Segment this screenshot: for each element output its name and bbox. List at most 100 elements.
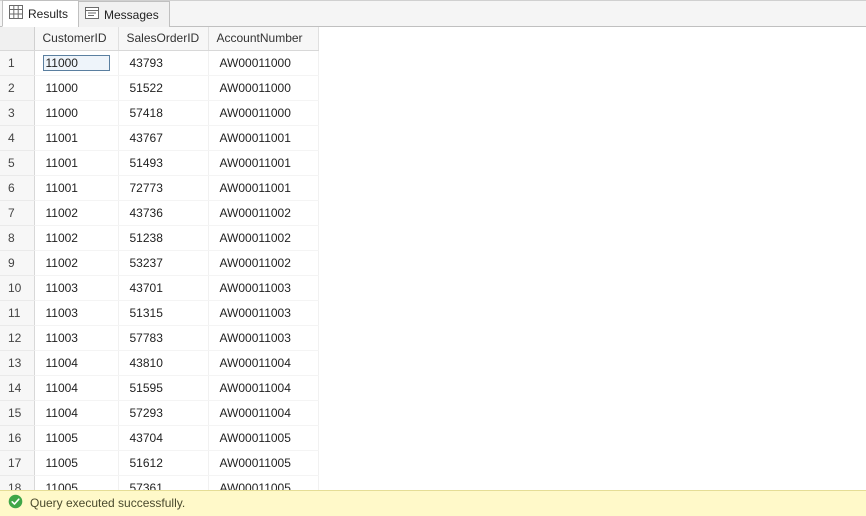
cell-accountnumber[interactable]: AW00011002 — [208, 250, 318, 275]
cell-accountnumber[interactable]: AW00011005 — [208, 425, 318, 450]
rownum-cell[interactable]: 17 — [0, 450, 34, 475]
cell-customerid[interactable]: 11005 — [34, 475, 118, 490]
rownum-cell[interactable]: 3 — [0, 100, 34, 125]
cell-value: 57783 — [127, 330, 200, 346]
col-header-accountnumber[interactable]: AccountNumber — [208, 27, 318, 50]
rownum-header[interactable] — [0, 27, 34, 50]
cell-customerid[interactable]: 11002 — [34, 225, 118, 250]
table-row[interactable]: 61100172773AW00011001 — [0, 175, 318, 200]
table-row[interactable]: 171100551612 AW00011005 — [0, 450, 318, 475]
rownum-cell[interactable]: 13 — [0, 350, 34, 375]
rownum-cell[interactable]: 12 — [0, 325, 34, 350]
cell-customerid[interactable]: 11001 — [34, 125, 118, 150]
cell-customerid[interactable]: 11001 — [34, 150, 118, 175]
cell-salesorderid[interactable]: 51595 — [118, 375, 208, 400]
cell-salesorderid[interactable]: 43767 — [118, 125, 208, 150]
cell-accountnumber[interactable]: AW00011000 — [208, 50, 318, 75]
table-row[interactable]: 131100443810AW00011004 — [0, 350, 318, 375]
cell-accountnumber[interactable]: AW00011000 — [208, 100, 318, 125]
cell-customerid[interactable]: 11005 — [34, 450, 118, 475]
cell-salesorderid[interactable]: 51493 — [118, 150, 208, 175]
rownum-cell[interactable]: 16 — [0, 425, 34, 450]
cell-salesorderid[interactable]: 43701 — [118, 275, 208, 300]
table-row[interactable]: 51100151493AW00011001 — [0, 150, 318, 175]
col-header-salesorderid[interactable]: SalesOrderID — [118, 27, 208, 50]
cell-customerid[interactable]: 11000 — [34, 50, 118, 75]
cell-accountnumber[interactable]: AW00011004 — [208, 375, 318, 400]
cell-accountnumber[interactable]: AW00011001 — [208, 150, 318, 175]
cell-accountnumber[interactable]: AW00011002 — [208, 200, 318, 225]
table-row[interactable]: 141100451595AW00011004 — [0, 375, 318, 400]
cell-accountnumber[interactable]: AW00011003 — [208, 275, 318, 300]
cell-customerid[interactable]: 11003 — [34, 300, 118, 325]
cell-customerid[interactable]: 11004 — [34, 350, 118, 375]
cell-accountnumber[interactable]: AW00011001 — [208, 125, 318, 150]
cell-customerid[interactable]: 11004 — [34, 400, 118, 425]
cell-salesorderid[interactable]: 51315 — [118, 300, 208, 325]
table-row[interactable]: 21100051522 AW00011000 — [0, 75, 318, 100]
cell-salesorderid[interactable]: 72773 — [118, 175, 208, 200]
table-row[interactable]: 161100543704AW00011005 — [0, 425, 318, 450]
rownum-cell[interactable]: 11 — [0, 300, 34, 325]
cell-salesorderid[interactable]: 57361 — [118, 475, 208, 490]
rownum-cell[interactable]: 7 — [0, 200, 34, 225]
tab-results[interactable]: Results — [2, 0, 79, 27]
rownum-cell[interactable]: 15 — [0, 400, 34, 425]
col-header-customerid[interactable]: CustomerID — [34, 27, 118, 50]
cell-customerid[interactable]: 11000 — [34, 100, 118, 125]
table-row[interactable]: 81100251238AW00011002 — [0, 225, 318, 250]
cell-customerid[interactable]: 11000 — [34, 75, 118, 100]
rownum-cell[interactable]: 9 — [0, 250, 34, 275]
rownum-cell[interactable]: 5 — [0, 150, 34, 175]
cell-accountnumber[interactable]: AW00011000 — [208, 75, 318, 100]
cell-accountnumber[interactable]: AW00011001 — [208, 175, 318, 200]
results-grid-container[interactable]: CustomerID SalesOrderID AccountNumber 11… — [0, 27, 866, 490]
table-row[interactable]: 11100043793AW00011000 — [0, 50, 318, 75]
cell-customerid[interactable]: 11002 — [34, 200, 118, 225]
cell-salesorderid[interactable]: 51238 — [118, 225, 208, 250]
cell-salesorderid[interactable]: 57293 — [118, 400, 208, 425]
rownum-cell[interactable]: 10 — [0, 275, 34, 300]
cell-salesorderid[interactable]: 43736 — [118, 200, 208, 225]
cell-customerid[interactable]: 11002 — [34, 250, 118, 275]
rownum-cell[interactable]: 18 — [0, 475, 34, 490]
cell-accountnumber[interactable]: AW00011003 — [208, 325, 318, 350]
table-row[interactable]: 151100457293AW00011004 — [0, 400, 318, 425]
rownum-cell[interactable]: 6 — [0, 175, 34, 200]
cell-salesorderid[interactable]: 57783 — [118, 325, 208, 350]
rownum-cell[interactable]: 2 — [0, 75, 34, 100]
cell-salesorderid[interactable]: 53237 — [118, 250, 208, 275]
table-row[interactable]: 31100057418AW00011000 — [0, 100, 318, 125]
cell-salesorderid[interactable]: 51522 — [118, 75, 208, 100]
cell-customerid[interactable]: 11003 — [34, 275, 118, 300]
cell-customerid[interactable]: 11001 — [34, 175, 118, 200]
rownum-cell[interactable]: 8 — [0, 225, 34, 250]
cell-value: AW00011000 — [217, 80, 310, 96]
rownum-cell[interactable]: 4 — [0, 125, 34, 150]
rownum-cell[interactable]: 1 — [0, 50, 34, 75]
cell-value: AW00011005 — [217, 455, 310, 471]
cell-accountnumber[interactable]: AW00011002 — [208, 225, 318, 250]
table-row[interactable]: 181100557361AW00011005 — [0, 475, 318, 490]
cell-accountnumber[interactable]: AW00011005 — [208, 475, 318, 490]
cell-accountnumber[interactable]: AW00011004 — [208, 350, 318, 375]
cell-accountnumber[interactable]: AW00011005 — [208, 450, 318, 475]
table-row[interactable]: 41100143767AW00011001 — [0, 125, 318, 150]
cell-accountnumber[interactable]: AW00011003 — [208, 300, 318, 325]
cell-customerid[interactable]: 11003 — [34, 325, 118, 350]
cell-customerid[interactable]: 11004 — [34, 375, 118, 400]
cell-salesorderid[interactable]: 43793 — [118, 50, 208, 75]
rownum-cell[interactable]: 14 — [0, 375, 34, 400]
cell-customerid[interactable]: 11005 — [34, 425, 118, 450]
cell-salesorderid[interactable]: 43704 — [118, 425, 208, 450]
table-row[interactable]: 111100351315AW00011003 — [0, 300, 318, 325]
cell-accountnumber[interactable]: AW00011004 — [208, 400, 318, 425]
table-row[interactable]: 71100243736AW00011002 — [0, 200, 318, 225]
cell-salesorderid[interactable]: 43810 — [118, 350, 208, 375]
table-row[interactable]: 101100343701AW00011003 — [0, 275, 318, 300]
tab-messages[interactable]: Messages — [78, 1, 170, 27]
cell-salesorderid[interactable]: 57418 — [118, 100, 208, 125]
table-row[interactable]: 1211003 57783 AW00011003 — [0, 325, 318, 350]
cell-salesorderid[interactable]: 51612 — [118, 450, 208, 475]
table-row[interactable]: 91100253237AW00011002 — [0, 250, 318, 275]
